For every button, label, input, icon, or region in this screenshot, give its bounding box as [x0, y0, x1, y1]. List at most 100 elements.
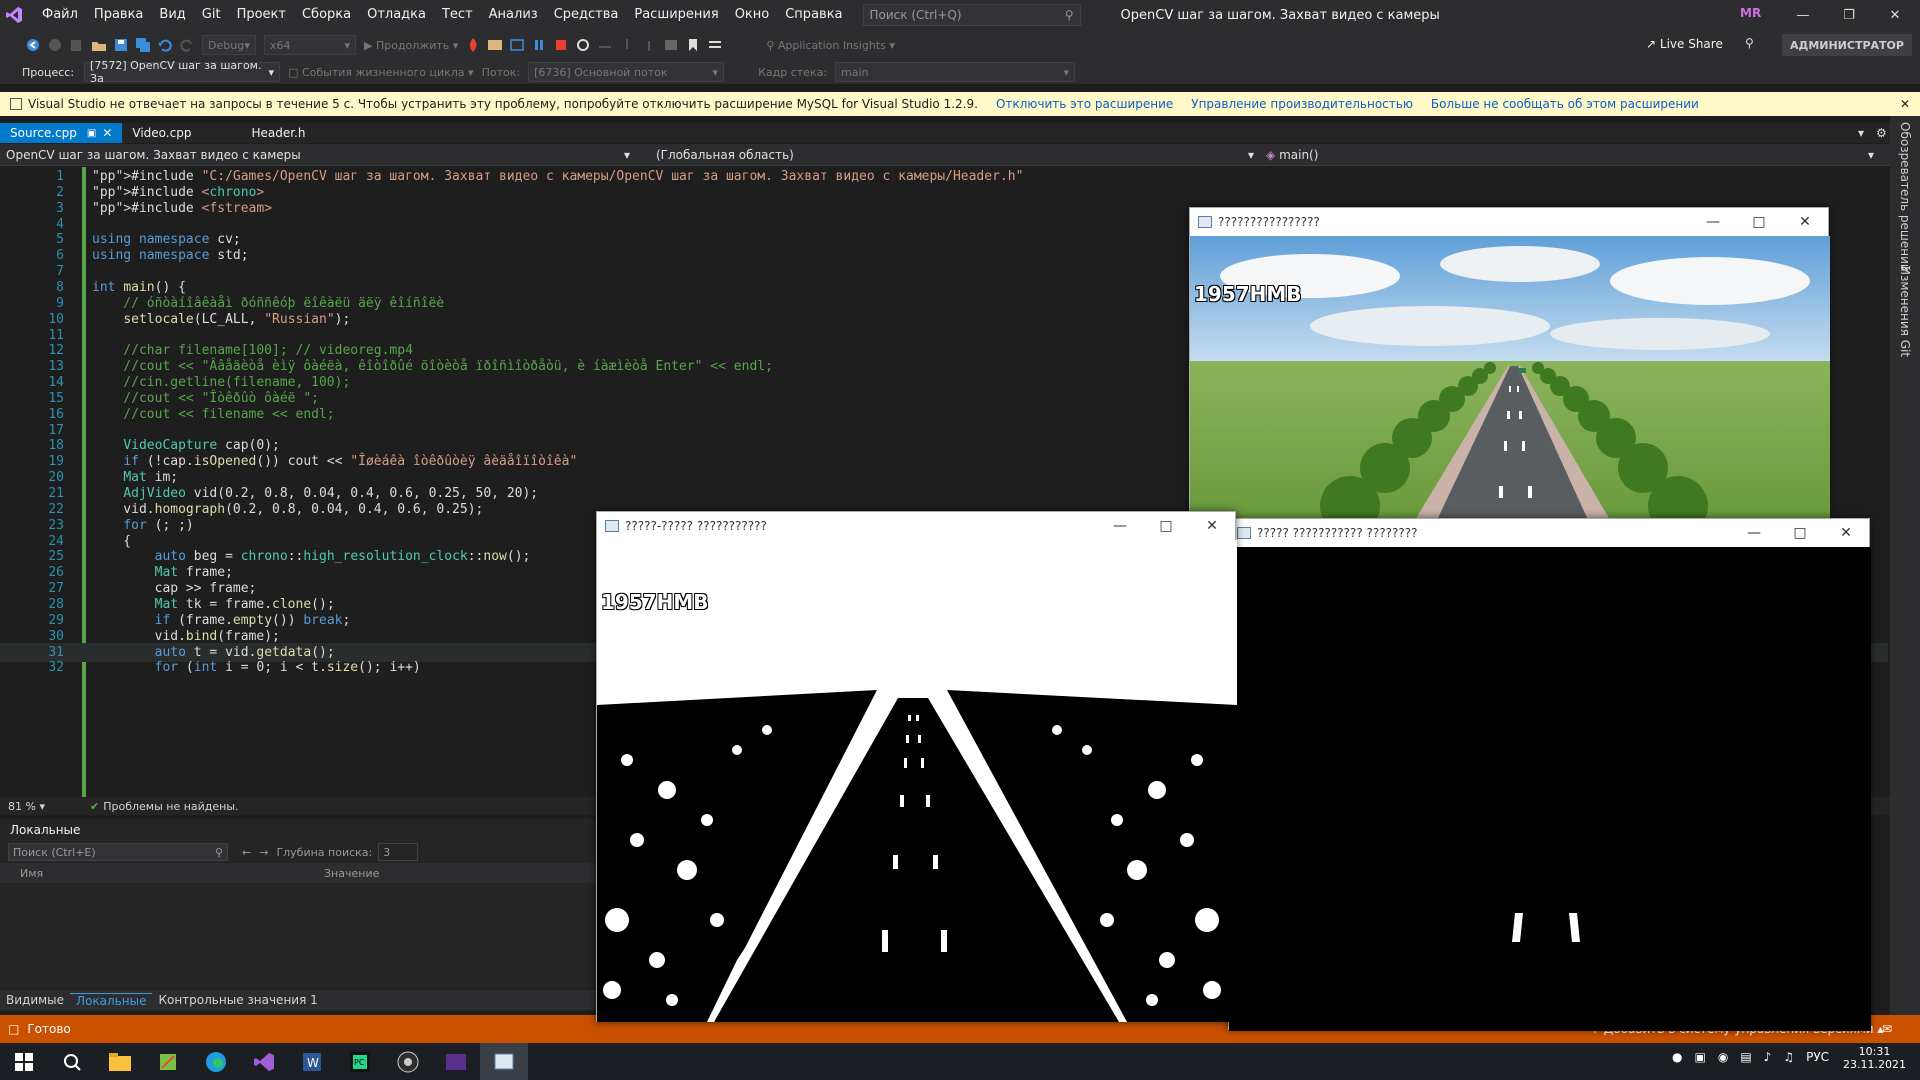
- network-icon[interactable]: ▤: [1740, 1050, 1751, 1064]
- visual-studio-icon[interactable]: [240, 1043, 288, 1080]
- tab-source-cpp[interactable]: Source.cpp ▣ ✕: [0, 123, 123, 143]
- tab-autos[interactable]: Видимые: [0, 993, 70, 1007]
- menu-item[interactable]: Отладка: [359, 0, 434, 30]
- tab-watch-1[interactable]: Контрольные значения 1: [152, 993, 323, 1007]
- configuration-select[interactable]: Debug ▾: [202, 35, 256, 55]
- menu-item[interactable]: Окно: [727, 0, 778, 30]
- menu-item[interactable]: Вид: [151, 0, 193, 30]
- stop-icon[interactable]: [553, 37, 569, 53]
- avatar[interactable]: MR: [1740, 6, 1764, 24]
- minimize-button[interactable]: —: [1690, 208, 1736, 236]
- screenshot-icon[interactable]: [509, 37, 525, 53]
- cv-window-titlebar[interactable]: ?????-????? ??????????? — □ ✕: [597, 512, 1235, 540]
- solution-explorer-tab[interactable]: Обозреватель решений: [1898, 122, 1912, 272]
- minimize-button[interactable]: —: [1731, 519, 1777, 547]
- pause-icon[interactable]: [531, 37, 547, 53]
- pycharm-icon[interactable]: PC: [336, 1043, 384, 1080]
- close-button[interactable]: ✕: [1823, 519, 1869, 547]
- close-button[interactable]: ✕: [1872, 0, 1918, 30]
- menu-item[interactable]: Сборка: [294, 0, 359, 30]
- visual-studio-logo-icon[interactable]: [0, 0, 28, 30]
- menu-item[interactable]: Файл: [34, 0, 86, 30]
- forward-arrow-icon[interactable]: →: [259, 846, 268, 859]
- live-share-button[interactable]: ↗ Live Share: [1646, 37, 1723, 51]
- save-icon[interactable]: [113, 37, 129, 53]
- column-name[interactable]: Имя: [20, 867, 324, 880]
- bookmark-icon[interactable]: [685, 37, 701, 53]
- app-insights-button[interactable]: ⚲ Application Insights ▾: [766, 39, 895, 52]
- locals-search-input[interactable]: Поиск (Ctrl+E) ⚲: [8, 843, 228, 861]
- step-out-icon[interactable]: [641, 37, 657, 53]
- tab-list-icon[interactable]: ▾: [1858, 126, 1864, 140]
- git-changes-tab[interactable]: Изменения Git: [1898, 266, 1912, 357]
- continue-button[interactable]: ▶ Продолжить ▾: [364, 39, 458, 52]
- menu-item[interactable]: Средства: [546, 0, 627, 30]
- search-input[interactable]: Поиск (Ctrl+Q) ⚲: [862, 4, 1081, 26]
- step-into-icon[interactable]: [619, 37, 635, 53]
- restore-button[interactable]: ❐: [1826, 0, 1872, 30]
- breakpoints-icon[interactable]: [663, 37, 679, 53]
- speaker-icon[interactable]: ♫: [1783, 1050, 1794, 1064]
- search-icon[interactable]: [48, 1043, 96, 1080]
- platform-select[interactable]: x64 ▾: [264, 35, 356, 55]
- back-icon[interactable]: [25, 37, 41, 53]
- opencv-app-icon[interactable]: [480, 1043, 528, 1080]
- media-icon[interactable]: ◉: [1718, 1050, 1728, 1064]
- search-depth-select[interactable]: 3: [378, 843, 419, 861]
- terminal-icon[interactable]: [432, 1043, 480, 1080]
- hot-reload-icon[interactable]: [465, 37, 481, 53]
- screenshot-tool-icon[interactable]: [144, 1043, 192, 1080]
- menu-item[interactable]: Git: [194, 0, 229, 30]
- scope-select[interactable]: (Глобальная область) ▾: [636, 145, 1260, 165]
- notifications-icon[interactable]: ✉: [1882, 1022, 1892, 1036]
- language-indicator[interactable]: РУС: [1806, 1050, 1829, 1064]
- volume-icon[interactable]: ♪: [1764, 1050, 1772, 1064]
- windows-start-icon[interactable]: [0, 1043, 48, 1080]
- project-select[interactable]: OpenCV шаг за шагом. Захват видео с каме…: [0, 145, 636, 165]
- tray-app-icon[interactable]: ●: [1672, 1050, 1682, 1064]
- maximize-button[interactable]: □: [1736, 208, 1782, 236]
- menu-item[interactable]: Тест: [434, 0, 481, 30]
- file-explorer-icon[interactable]: [96, 1043, 144, 1080]
- menu-item[interactable]: Анализ: [481, 0, 546, 30]
- edge-browser-icon[interactable]: [192, 1043, 240, 1080]
- step-over-icon[interactable]: [597, 37, 613, 53]
- close-icon[interactable]: ✕: [1900, 97, 1910, 111]
- minimize-button[interactable]: —: [1097, 512, 1143, 540]
- new-project-icon[interactable]: [69, 37, 85, 53]
- word-icon[interactable]: W: [288, 1043, 336, 1080]
- menu-item[interactable]: Расширения: [626, 0, 726, 30]
- gear-icon[interactable]: ⚙: [1876, 126, 1887, 140]
- thread-select[interactable]: [6736] Основной поток ▾: [528, 62, 725, 82]
- obs-icon[interactable]: [384, 1043, 432, 1080]
- feedback-icon[interactable]: ⚲: [1745, 36, 1754, 50]
- diagnostic-tools-icon[interactable]: [487, 37, 503, 53]
- maximize-button[interactable]: □: [1777, 519, 1823, 547]
- redo-icon[interactable]: [179, 37, 195, 53]
- dont-show-again-link[interactable]: Больше не сообщать об этом расширении: [1431, 97, 1699, 111]
- open-file-icon[interactable]: [91, 37, 107, 53]
- menu-item[interactable]: Проект: [229, 0, 294, 30]
- comment-icon[interactable]: [707, 37, 723, 53]
- maximize-button[interactable]: □: [1143, 512, 1189, 540]
- clock[interactable]: 10:31 23.11.2021: [1843, 1045, 1906, 1071]
- stack-frame-select[interactable]: main ▾: [835, 62, 1076, 82]
- problems-status[interactable]: Проблемы не найдены.: [103, 800, 238, 813]
- opencv-window-binary[interactable]: ?????-????? ??????????? — □ ✕ 1957HMB: [596, 511, 1237, 1022]
- camera-icon[interactable]: ▣: [1694, 1050, 1705, 1064]
- menu-item[interactable]: Справка: [777, 0, 850, 30]
- save-all-icon[interactable]: [135, 37, 151, 53]
- zoom-select[interactable]: 81 % ▾: [8, 800, 66, 813]
- opencv-window-lane-mask[interactable]: ????? ??????????? ???????? — □ ✕: [1228, 518, 1871, 1031]
- close-button[interactable]: ✕: [1189, 512, 1235, 540]
- process-select[interactable]: [7572] OpenCV шаг за шагом. За ▾: [84, 59, 281, 85]
- pin-icon[interactable]: ▣: [87, 128, 96, 139]
- undo-icon[interactable]: [157, 37, 173, 53]
- lifecycle-events-button[interactable]: □ События жизненного цикла ▾: [288, 66, 474, 79]
- column-value[interactable]: Значение: [324, 867, 379, 880]
- cv-window-titlebar[interactable]: ????? ??????????? ???????? — □ ✕: [1229, 519, 1869, 547]
- back-arrow-icon[interactable]: ←: [242, 846, 251, 859]
- close-icon[interactable]: ✕: [102, 126, 112, 140]
- close-button[interactable]: ✕: [1782, 208, 1828, 236]
- cv-window-titlebar[interactable]: ???????????????? — □ ✕: [1190, 208, 1828, 236]
